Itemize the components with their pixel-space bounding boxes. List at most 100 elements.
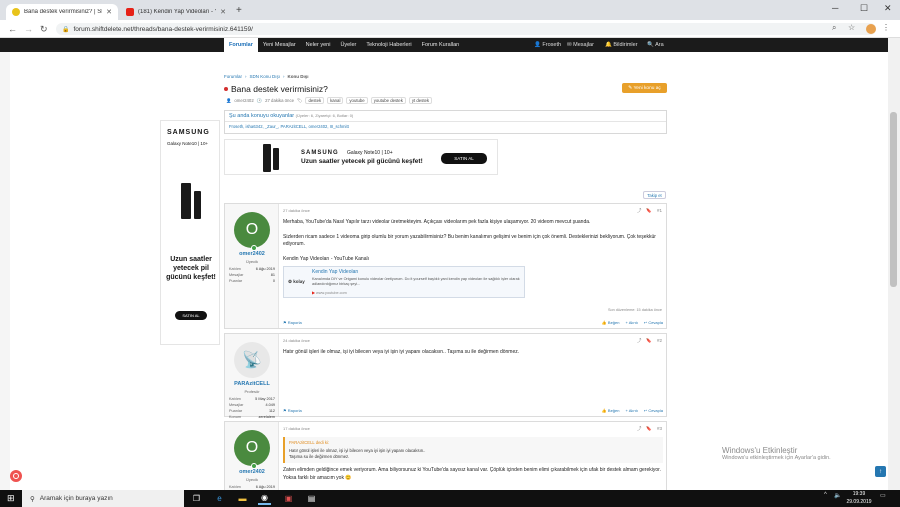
bookmark-star-icon[interactable]: ☆	[848, 23, 855, 32]
scrollbar-thumb[interactable]	[890, 112, 897, 287]
user-rank: Profesör	[244, 389, 260, 394]
nav-messages[interactable]: ✉ Mesajlar	[567, 38, 594, 52]
forward-icon[interactable]: →	[24, 24, 33, 34]
windows-start-icon[interactable]: ⊞	[7, 493, 15, 504]
maximize-icon[interactable]: ☐	[860, 3, 868, 14]
online-list[interactable]: Froseth, isha6342, _Zaur_, PARAzitCELL, …	[225, 122, 666, 131]
minimize-icon[interactable]: ─	[832, 3, 838, 13]
ad-buy-button[interactable]: SATIN AL	[175, 311, 207, 320]
close-icon[interactable]: ✕	[106, 8, 112, 16]
tray-arrow-icon[interactable]: ^	[824, 492, 827, 498]
taskbar-clock[interactable]: 19:39 29.09.2019	[846, 490, 872, 506]
watch-button[interactable]: Takip et	[643, 191, 666, 199]
post-number[interactable]: #2	[657, 338, 662, 344]
quote-header[interactable]: PARAzitCELL dedi ki:	[289, 440, 659, 446]
file-explorer-icon[interactable]: ▬	[236, 492, 249, 505]
quote-button[interactable]: + Alıntı	[625, 408, 637, 413]
user-rank: Üyecik	[245, 477, 258, 482]
post-date[interactable]: 24 dakika önce	[283, 338, 663, 343]
nav-new-posts[interactable]: Yeni Mesajlar	[258, 42, 301, 48]
profile-avatar-icon[interactable]	[866, 24, 876, 34]
tag[interactable]: yt destek	[408, 97, 433, 104]
nav-whats-new[interactable]: Neler yeni	[301, 42, 336, 48]
post-body: 17 dakika önce PARAzitCELL dedi ki: Hatı…	[283, 426, 663, 489]
notification-bubble-icon[interactable]	[10, 470, 22, 482]
zoom-icon[interactable]: ⌕	[832, 23, 836, 33]
like-button[interactable]: 👍 Beğen	[602, 320, 620, 325]
ad-buy-button[interactable]: SATIN AL	[441, 153, 487, 164]
tab-title: Bana destek verirmisiniz? | SDN	[24, 9, 103, 15]
avatar[interactable]: O	[234, 430, 270, 466]
tag[interactable]: youtube	[346, 97, 368, 104]
share-icon[interactable]: ⤴	[637, 426, 642, 432]
windows-activation-watermark: Windows'u Etkinleştir Windows'u etkinleş…	[722, 446, 831, 461]
avatar[interactable]: 📡	[234, 342, 270, 378]
bookmark-icon[interactable]: 🔖	[646, 208, 652, 214]
top-ad-banner[interactable]: SAMSUNG Galaxy Note10 | 10+ Uzun saatler…	[224, 139, 498, 175]
nav-account[interactable]: 👤 Froseth	[534, 38, 561, 52]
breadcrumb-item[interactable]: Konu Dışı	[288, 74, 309, 79]
nav-alerts[interactable]: 🔔 Bildirimler	[605, 38, 638, 52]
breadcrumb-item[interactable]: Forumlar	[224, 74, 242, 79]
reply-button[interactable]: ↩ Cevapla	[644, 320, 663, 325]
nav-search[interactable]: 🔍 Ara	[647, 38, 664, 52]
nav-tech-news[interactable]: Teknoloji Haberleri	[361, 42, 416, 48]
post-date[interactable]: 17 dakika önce	[283, 426, 663, 431]
tab-active[interactable]: Bana destek verirmisiniz? | SDN ✕	[6, 4, 118, 20]
ad-brand: SAMSUNG	[167, 129, 210, 136]
card-title[interactable]: Kendin Yap Videoları	[312, 269, 358, 275]
thread-title: Bana destek verirmisiniz?	[231, 84, 328, 94]
back-to-top-icon[interactable]: ↑	[875, 466, 886, 477]
card-url[interactable]: ▶ www.youtube.com	[312, 290, 347, 295]
breadcrumb-item[interactable]: SDN Konu Dışı	[250, 74, 281, 79]
share-icon[interactable]: ⤴	[637, 338, 642, 344]
url-input[interactable]: 🔒 forum.shiftdelete.net/threads/bana-des…	[56, 23, 876, 35]
like-button[interactable]: 👍 Beğen	[602, 408, 620, 413]
reply-button[interactable]: ↩ Cevapla	[644, 408, 663, 413]
nav-forum-rules[interactable]: Forum Kuralları	[417, 42, 465, 48]
edge-icon[interactable]: e	[213, 492, 226, 505]
browser-tab-bar: Bana destek verirmisiniz? | SDN ✕ (181) …	[0, 0, 900, 20]
page-title: Bana destek verirmisiniz?	[224, 84, 328, 94]
tag[interactable]: youtube destek	[370, 97, 406, 104]
tag[interactable]: destek	[305, 97, 325, 104]
menu-dots-icon[interactable]: ⋮	[882, 23, 890, 32]
post-number[interactable]: #3	[657, 426, 662, 432]
app-icon[interactable]: ▣	[282, 492, 295, 505]
report-button[interactable]: ⚑ Raporla	[283, 408, 302, 413]
username[interactable]: PARAzitCELL	[225, 381, 279, 387]
tag[interactable]: kanal	[327, 97, 344, 104]
nav-forumlar[interactable]: Forumlar	[224, 38, 258, 52]
close-window-icon[interactable]: ✕	[884, 3, 892, 14]
username[interactable]: omer2402	[225, 469, 279, 475]
quote-button[interactable]: + Alıntı	[625, 320, 637, 325]
post-date[interactable]: 27 dakika önce	[283, 208, 663, 213]
back-icon[interactable]: ←	[8, 24, 17, 34]
app-icon-2[interactable]: ▤	[305, 492, 318, 505]
nav-members[interactable]: Üyeler	[335, 42, 361, 48]
volume-icon[interactable]: 🔈	[834, 492, 841, 499]
task-view-icon[interactable]: ❐	[190, 492, 203, 505]
post-body: 27 dakika önce Merhaba, YouTube'da Nasıl…	[283, 208, 663, 298]
tab-youtube[interactable]: (181) Kendin Yap Videoları - You ✕	[120, 4, 232, 20]
share-icon[interactable]: ⤴	[637, 208, 642, 214]
username[interactable]: omer2402	[225, 251, 279, 257]
link-preview-card[interactable]: ⚙ kolay Kendin Yap Videoları Kanalımda D…	[283, 266, 525, 298]
chrome-icon[interactable]: ◉	[258, 492, 271, 505]
bookmark-icon[interactable]: 🔖	[646, 338, 652, 344]
post-number[interactable]: #1	[657, 208, 662, 214]
thread-author[interactable]: omer2402	[234, 98, 253, 103]
post-text: Merhaba, YouTube'da Nasıl Yapılır tarzı …	[283, 219, 656, 262]
action-center-icon[interactable]: ▭	[880, 492, 886, 499]
new-tab-icon[interactable]: +	[236, 5, 242, 16]
close-icon[interactable]: ✕	[220, 8, 226, 16]
avatar[interactable]: O	[234, 212, 270, 248]
report-button[interactable]: ⚑ Raporla	[283, 320, 302, 325]
reload-icon[interactable]: ↻	[40, 24, 48, 35]
bookmark-icon[interactable]: 🔖	[646, 426, 652, 432]
new-topic-button[interactable]: ✎ Yeni konu aç	[622, 83, 667, 93]
youtube-icon: ▶	[312, 291, 315, 295]
user-cell: O omer2402 Üyecik Katılım 6 Ağu 2019	[225, 422, 279, 490]
taskbar-search[interactable]: ⚲ Aramak için buraya yazın	[22, 490, 184, 507]
side-ad-banner[interactable]: SAMSUNG Galaxy Note10 | 10+ Uzun saatler…	[160, 120, 220, 345]
